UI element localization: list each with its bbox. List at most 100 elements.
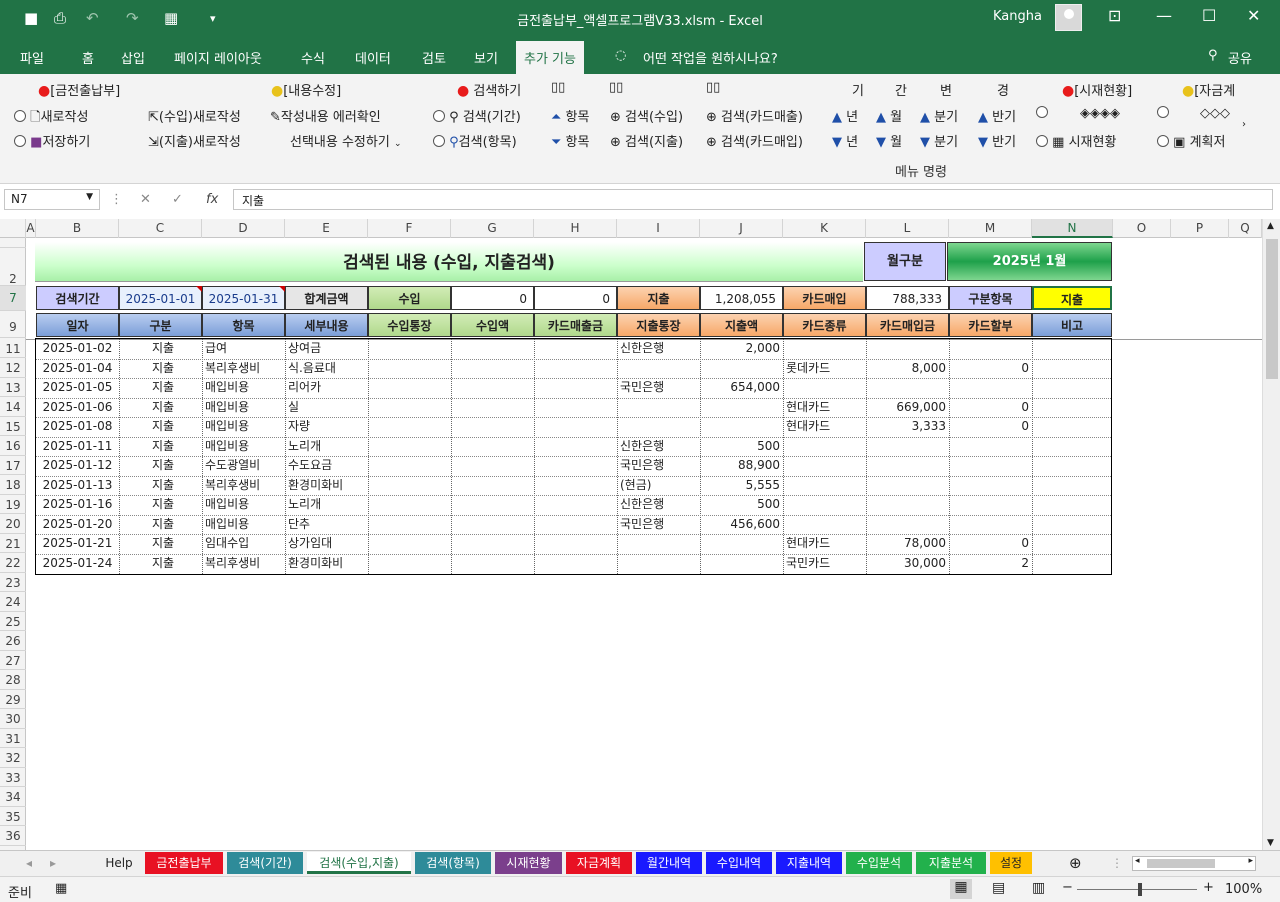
- table-cell[interactable]: 상가임대: [285, 534, 368, 553]
- sheet-tab[interactable]: 금전출납부: [145, 852, 223, 874]
- table-cell[interactable]: 매입비용: [202, 515, 285, 534]
- table-cell[interactable]: 2025-01-16: [36, 495, 119, 514]
- tab-data[interactable]: 데이터: [355, 48, 391, 67]
- radio-button[interactable]: [1036, 106, 1048, 121]
- table-cell[interactable]: 환경미화비: [285, 476, 368, 495]
- row-header[interactable]: 31: [0, 729, 26, 748]
- table-cell[interactable]: 2025-01-08: [36, 417, 119, 436]
- table-cell[interactable]: 매입비용: [202, 495, 285, 514]
- table-cell[interactable]: 654,000: [700, 378, 783, 397]
- table-cell[interactable]: [451, 417, 534, 436]
- table-cell[interactable]: 신한은행: [617, 495, 700, 514]
- year-down-button[interactable]: ▼ 년: [832, 131, 858, 150]
- table-cell[interactable]: [949, 515, 1032, 534]
- table-cell[interactable]: [617, 398, 700, 417]
- table-cell[interactable]: 0: [949, 534, 1032, 553]
- tab-view[interactable]: 보기: [474, 48, 498, 67]
- table-cell[interactable]: 현대카드: [783, 398, 866, 417]
- sheet-tab[interactable]: 수입분석: [846, 852, 912, 874]
- minimize-icon[interactable]: —: [1156, 6, 1172, 25]
- add-sheet-icon[interactable]: ⊕: [1063, 852, 1088, 874]
- tab-review[interactable]: 검토: [422, 48, 446, 67]
- table-cell[interactable]: [1032, 417, 1112, 436]
- table-cell[interactable]: 지출: [119, 495, 202, 514]
- table-cell[interactable]: [368, 495, 451, 514]
- table-cell[interactable]: 500: [700, 495, 783, 514]
- row-header[interactable]: 21: [0, 534, 26, 553]
- table-cell[interactable]: 2025-01-21: [36, 534, 119, 553]
- expense-new-button[interactable]: ⇲(지출)새로작성: [148, 131, 241, 150]
- row-header[interactable]: 30: [0, 709, 26, 729]
- table-cell[interactable]: [617, 554, 700, 573]
- table-cell[interactable]: 78,000: [866, 534, 949, 553]
- table-cell[interactable]: 급여: [202, 339, 285, 358]
- table-cell[interactable]: [1032, 437, 1112, 456]
- column-header[interactable]: K: [783, 219, 866, 238]
- table-cell[interactable]: [534, 495, 617, 514]
- row-header[interactable]: 25: [0, 612, 26, 631]
- table-cell[interactable]: [451, 476, 534, 495]
- table-cell[interactable]: [866, 476, 949, 495]
- table-cell[interactable]: 지출: [119, 359, 202, 378]
- vertical-scrollbar[interactable]: ▲ ▼: [1262, 219, 1280, 850]
- scroll-right-icon[interactable]: ▸: [1248, 856, 1253, 866]
- fx-icon[interactable]: fx: [206, 192, 218, 207]
- table-cell[interactable]: [700, 417, 783, 436]
- date-from-input[interactable]: 2025-01-01: [119, 286, 202, 310]
- table-cell[interactable]: [534, 437, 617, 456]
- table-cell[interactable]: [534, 554, 617, 573]
- sheet-tab[interactable]: 지출분석: [916, 852, 986, 874]
- table-cell[interactable]: [949, 476, 1032, 495]
- row-header[interactable]: 18: [0, 475, 26, 495]
- row-header[interactable]: 14: [0, 397, 26, 417]
- table-cell[interactable]: 복리후생비: [202, 359, 285, 378]
- table-cell[interactable]: [783, 515, 866, 534]
- year-up-button[interactable]: ▲ 년: [832, 106, 858, 125]
- row-header[interactable]: 17: [0, 456, 26, 475]
- table-cell[interactable]: [700, 534, 783, 553]
- table-cell[interactable]: 임대수입: [202, 534, 285, 553]
- table-cell[interactable]: 매입비용: [202, 417, 285, 436]
- table-cell[interactable]: 지출: [119, 476, 202, 495]
- next-sheet-icon[interactable]: ▸: [44, 852, 62, 874]
- table-cell[interactable]: 국민은행: [617, 515, 700, 534]
- column-header[interactable]: H: [534, 219, 617, 238]
- table-cell[interactable]: 매입비용: [202, 378, 285, 397]
- half-up-button[interactable]: ▲ 반기: [978, 106, 1016, 125]
- plan-button[interactable]: ▣ 계획저: [1157, 131, 1225, 150]
- table-cell[interactable]: [866, 456, 949, 475]
- tab-formulas[interactable]: 수식: [301, 48, 325, 67]
- close-icon[interactable]: ✕: [1247, 6, 1260, 25]
- table-cell[interactable]: 국민카드: [783, 554, 866, 573]
- table-cell[interactable]: [451, 378, 534, 397]
- row-header[interactable]: 2: [0, 248, 26, 286]
- chevron-down-icon[interactable]: ▼: [86, 192, 93, 202]
- table-cell[interactable]: [783, 378, 866, 397]
- income-new-button[interactable]: ⇱(수입)새로작성: [148, 106, 241, 125]
- quarter-up-button[interactable]: ▲ 분기: [920, 106, 958, 125]
- table-cell[interactable]: [949, 456, 1032, 475]
- table-cell[interactable]: 2025-01-13: [36, 476, 119, 495]
- column-header[interactable]: B: [36, 219, 119, 238]
- enter-icon[interactable]: ✓: [172, 192, 183, 207]
- column-header[interactable]: P: [1171, 219, 1229, 238]
- column-header[interactable]: F: [368, 219, 451, 238]
- column-header[interactable]: O: [1113, 219, 1171, 238]
- row-header[interactable]: 20: [0, 514, 26, 534]
- month-down-button[interactable]: ▼ 월: [876, 131, 902, 150]
- table-cell[interactable]: 지출: [119, 398, 202, 417]
- table-cell[interactable]: [617, 359, 700, 378]
- table-cell[interactable]: [866, 495, 949, 514]
- table-cell[interactable]: [617, 534, 700, 553]
- column-header[interactable]: A: [26, 219, 36, 238]
- row-header[interactable]: 12: [0, 358, 26, 378]
- save-button[interactable]: ■저장하기: [14, 131, 90, 150]
- table-cell[interactable]: 5,555: [700, 476, 783, 495]
- normal-view-icon[interactable]: ▦: [950, 879, 972, 899]
- column-header[interactable]: D: [202, 219, 285, 238]
- zoom-slider[interactable]: [1077, 889, 1197, 890]
- table-cell[interactable]: [783, 437, 866, 456]
- table-cell[interactable]: 리어카: [285, 378, 368, 397]
- table-cell[interactable]: 매입비용: [202, 437, 285, 456]
- tab-add-ins[interactable]: 추가 기능: [516, 41, 584, 74]
